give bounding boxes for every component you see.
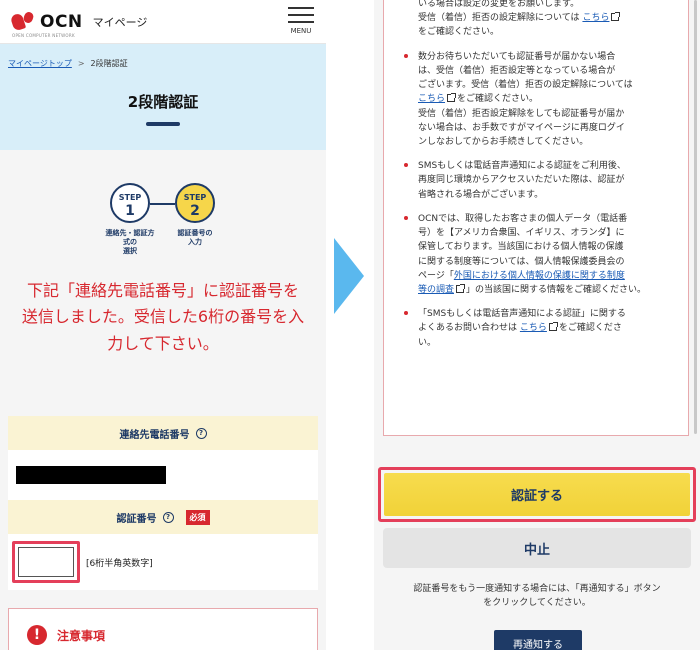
caution-title: 注意事項	[57, 629, 106, 643]
resend-button[interactable]: 再通知する	[494, 630, 582, 650]
breadcrumb-current: 2段階認証	[90, 59, 128, 68]
code-field-row: [6桁半角英数字]	[8, 534, 318, 590]
title-underline	[146, 122, 180, 126]
privacy-survey-link[interactable]: 等の調査	[418, 285, 454, 295]
list-item: 「SMSもしくは電話音声通知による認証」に関する よくあるお問い合わせは こちら…	[404, 307, 672, 350]
list-item: 数分お待ちいただいても認証番号が届かない場合 は、受信（着信）拒否設定等となって…	[404, 50, 672, 150]
step-2-caption: 認証番号の 入力	[177, 229, 213, 247]
header-title: マイページ	[92, 15, 148, 29]
authenticate-button[interactable]: 認証する	[384, 473, 690, 516]
external-link-icon	[456, 283, 466, 293]
left-screen: OCN OPEN COMPUTER NETWORK マイページ MENU マイペ…	[0, 0, 326, 650]
cancel-button[interactable]: 中止	[383, 528, 691, 568]
help-icon[interactable]: ?	[162, 511, 174, 523]
breadcrumb-separator: >	[77, 59, 85, 68]
hamburger-icon	[288, 7, 314, 9]
help-icon[interactable]: ?	[195, 427, 207, 439]
ocn-logo[interactable]: OCN	[9, 10, 83, 34]
breadcrumb: マイページトップ >2段階認証	[8, 58, 318, 69]
menu-label: MENU	[290, 27, 312, 35]
step-indicator: STEP 1 STEP 2 連絡先・認証方 式の 選択 認証番号の 入力	[0, 183, 326, 278]
list-item: いる場合は設定の変更をお願いします。 受信（着信）拒否の設定解除については こち…	[404, 0, 672, 40]
bullet-icon	[404, 311, 408, 316]
step-1-number: 1	[125, 203, 135, 219]
authenticate-button-highlight: 認証する	[378, 467, 696, 522]
bullet-icon	[404, 163, 408, 168]
code-format-hint: [6桁半角英数字]	[86, 558, 153, 569]
page-title: 2段階認証	[127, 93, 199, 111]
bullet-icon	[404, 53, 408, 58]
instruction-text: 下記「連絡先電話番号」に認証番号を 送信しました。受信した6桁の番号を入 力して…	[21, 281, 305, 353]
site-header: OCN OPEN COMPUTER NETWORK マイページ MENU	[0, 0, 326, 44]
faq-link[interactable]: こちら	[520, 323, 547, 333]
bullet-icon	[404, 215, 408, 220]
step-connector	[150, 203, 175, 205]
step-2-number: 2	[190, 203, 200, 219]
step-2-circle: STEP 2	[175, 183, 215, 223]
resend-instruction: 認証番号をもう一度通知する場合には、「再通知する」ボタン をクリックしてください…	[413, 584, 661, 609]
brand-name: OCN	[40, 11, 83, 32]
warning-icon: !	[27, 625, 47, 645]
step-1-circle: STEP 1	[110, 183, 150, 223]
breadcrumb-home-link[interactable]: マイページトップ	[8, 59, 72, 68]
brand-subtitle: OPEN COMPUTER NETWORK	[12, 33, 75, 38]
code-input[interactable]	[18, 547, 74, 577]
flow-arrow-icon	[334, 238, 364, 314]
step-1-caption: 連絡先・認証方 式の 選択	[105, 229, 155, 256]
external-link-icon	[611, 12, 621, 22]
caution-panel: ! 注意事項	[8, 608, 318, 650]
step-1-label: STEP	[118, 193, 142, 202]
code-field-header: 認証番号 ? 必須	[8, 500, 318, 534]
settings-help-link[interactable]: こちら	[418, 94, 445, 104]
scrollbar[interactable]	[694, 0, 697, 434]
ocn-logo-mark-icon	[9, 10, 38, 34]
redacted-phone-number	[16, 466, 166, 484]
external-link-icon	[447, 93, 457, 103]
privacy-survey-link[interactable]: 外国における個人情報の保護に関する制度	[454, 271, 625, 281]
step-2-label: STEP	[183, 193, 207, 202]
auth-form: 連絡先電話番号 ? 認証番号 ? 必須 [6桁半角英数字]	[8, 416, 318, 590]
list-item: OCNでは、取得したお客さまの個人データ（電話番 号）を【アメリカ合衆国、イギリ…	[404, 212, 672, 297]
code-field-label: 認証番号	[116, 513, 157, 525]
caution-list: いる場合は設定の変更をお願いします。 受信（着信）拒否の設定解除については こち…	[384, 0, 688, 350]
phone-field-label: 連絡先電話番号	[119, 429, 190, 441]
code-input-highlight	[12, 541, 80, 583]
list-item: SMSもしくは電話音声通知による認証をご利用後、 再度同じ環境からアクセスいただ…	[404, 159, 672, 202]
right-screen: いる場合は設定の変更をお願いします。 受信（着信）拒否の設定解除については こち…	[374, 0, 700, 650]
caution-notes-box: いる場合は設定の変更をお願いします。 受信（着信）拒否の設定解除については こち…	[383, 0, 689, 436]
phone-field-header: 連絡先電話番号 ?	[8, 416, 318, 450]
menu-button[interactable]: MENU	[288, 7, 314, 35]
settings-help-link[interactable]: こちら	[582, 13, 609, 23]
phone-field-value	[8, 450, 318, 500]
page-hero: マイページトップ >2段階認証 2段階認証	[0, 44, 326, 150]
external-link-icon	[548, 322, 558, 332]
required-badge: 必須	[185, 509, 210, 525]
